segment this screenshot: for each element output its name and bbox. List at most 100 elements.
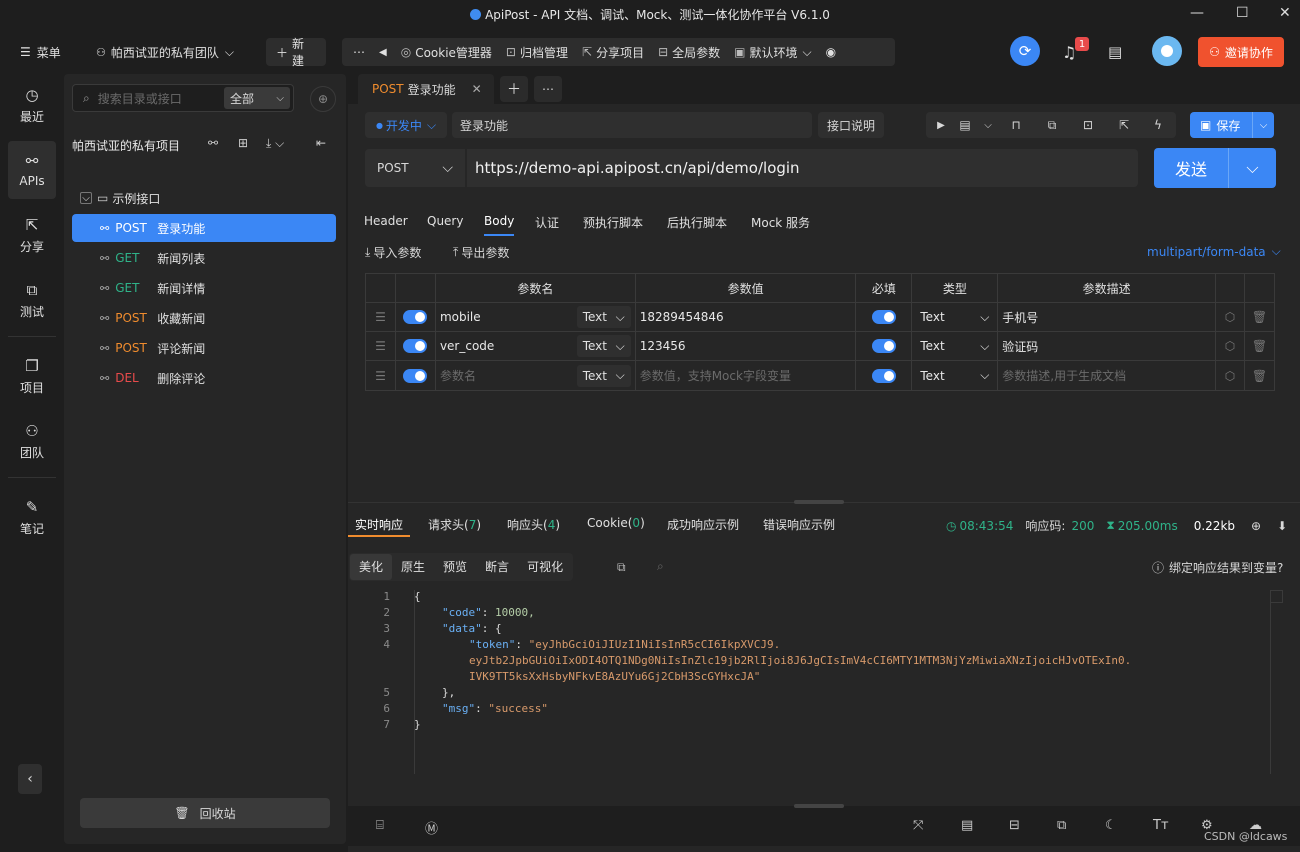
lock-icon[interactable]: ⊓: [998, 118, 1034, 132]
tab-raw[interactable]: 原生: [392, 554, 434, 580]
scroll-left-icon[interactable]: ◀: [379, 47, 387, 58]
flash-icon[interactable]: ϟ: [1142, 118, 1174, 132]
tab-beautify[interactable]: 美化: [350, 554, 393, 580]
chevron-down-icon[interactable]: ⌵: [978, 120, 998, 131]
play-icon[interactable]: ▶: [930, 120, 952, 131]
menu-button[interactable]: ☰ 菜单: [20, 38, 61, 66]
minimize-button[interactable]: —: [1190, 5, 1204, 21]
tab-success-example[interactable]: 成功响应示例: [667, 516, 739, 533]
tab-header[interactable]: Header: [364, 214, 408, 228]
nav-project[interactable]: ❐ 项目: [8, 347, 56, 405]
moon-icon[interactable]: ☾: [1105, 818, 1117, 833]
api-item[interactable]: ⚯ DEL 删除评论: [72, 364, 336, 392]
collapse-all-icon[interactable]: ⇤: [316, 136, 326, 150]
required-toggle[interactable]: [871, 339, 896, 353]
resize-handle[interactable]: [794, 500, 844, 504]
field-type-select[interactable]: Text ⌵: [576, 364, 631, 387]
trash-icon[interactable]: 🗑︎: [1245, 303, 1274, 331]
type-select[interactable]: Text ⌵: [912, 332, 999, 360]
field-type-select[interactable]: Text ⌵: [576, 335, 631, 357]
required-toggle[interactable]: [871, 368, 896, 383]
import-params-button[interactable]: ⤓ 导入参数: [365, 244, 421, 261]
param-desc-field[interactable]: 手机号: [998, 303, 1217, 331]
nav-apis[interactable]: ⚯ APIs: [8, 141, 56, 199]
tab-error-example[interactable]: 错误响应示例: [763, 516, 835, 533]
field-type-select[interactable]: Text ⌵: [576, 306, 631, 328]
import-icon[interactable]: ⤓ ⌵: [266, 136, 284, 151]
type-select[interactable]: Text ⌵: [912, 303, 999, 331]
api-item[interactable]: ⚯ POST 收藏新闻: [72, 304, 336, 332]
layout-icon[interactable]: ⌸: [376, 818, 384, 833]
archive-button[interactable]: ⊡ 归档管理: [506, 44, 568, 61]
close-window-button[interactable]: ✕: [1279, 5, 1291, 21]
enable-toggle[interactable]: [403, 339, 428, 353]
split-view-icon[interactable]: ⊟: [1009, 818, 1020, 833]
sync-icon[interactable]: ⟳: [1010, 36, 1040, 66]
globe-icon[interactable]: ⊕: [1251, 519, 1261, 533]
tab-assert[interactable]: 断言: [476, 554, 518, 580]
eye-icon[interactable]: ◉: [826, 45, 836, 59]
recycle-bin-button[interactable]: 🗑︎ 回收站: [80, 798, 330, 828]
tab-pre-script[interactable]: 预执行脚本: [583, 214, 643, 231]
tab-response-headers[interactable]: 响应头(4): [507, 516, 560, 533]
param-value-field[interactable]: 参数值，支持Mock字段变量: [636, 361, 857, 390]
nav-test[interactable]: ⧉ 测试: [8, 271, 56, 329]
code-view-icon[interactable]: ▤: [952, 118, 978, 132]
tab-preview[interactable]: 预览: [434, 554, 476, 580]
share-project-button[interactable]: ⇱ 分享项目: [582, 44, 644, 61]
param-desc-field[interactable]: 验证码: [998, 332, 1217, 360]
param-name-field[interactable]: ver_code: [440, 339, 494, 353]
content-type-select[interactable]: multipart/form-data ⌵: [1147, 244, 1281, 259]
new-button[interactable]: ＋新建: [266, 37, 326, 68]
drag-handle-icon[interactable]: ☰: [366, 303, 396, 331]
url-input[interactable]: https://demo-api.apipost.cn/api/demo/log…: [467, 149, 1138, 187]
cookie-manager-button[interactable]: ◎ Cookie管理器: [401, 44, 492, 61]
api-item[interactable]: ⚯ GET 新闻列表: [72, 244, 336, 272]
tab-auth[interactable]: 认证: [535, 214, 559, 231]
param-name-field[interactable]: 参数名: [440, 367, 476, 384]
tab-query[interactable]: Query: [427, 214, 463, 228]
param-name-field[interactable]: mobile: [440, 310, 481, 324]
copy-icon[interactable]: ⧉: [1034, 118, 1070, 133]
tab-body[interactable]: Body: [484, 214, 514, 228]
share-icon[interactable]: ⇱: [1106, 118, 1142, 132]
tab-more-icon[interactable]: ⋯: [534, 76, 562, 102]
enable-toggle[interactable]: [403, 310, 428, 324]
type-select[interactable]: Text ⌵: [912, 361, 999, 390]
search-input[interactable]: 搜索目录或接口: [98, 90, 224, 107]
search-icon[interactable]: ⌕: [657, 559, 664, 574]
trash-icon[interactable]: 🗑︎: [1245, 332, 1274, 360]
filter-select[interactable]: 全部 ⌵: [224, 87, 290, 109]
api-item[interactable]: ⚯ POST 评论新闻: [72, 334, 336, 362]
api-item[interactable]: ⚯ GET 新闻详情: [72, 274, 336, 302]
locate-icon[interactable]: ⊕: [310, 86, 336, 112]
drag-handle-icon[interactable]: ☰: [366, 332, 396, 360]
add-tab-button[interactable]: ＋: [500, 76, 528, 102]
more-icon[interactable]: ⋯: [353, 45, 365, 59]
nav-recent[interactable]: ◷ 最近: [8, 76, 56, 134]
api-item[interactable]: ⚯ POST 登录功能: [72, 214, 336, 242]
copy-icon[interactable]: ⧉: [1057, 818, 1066, 833]
download-icon[interactable]: ⬇: [1277, 519, 1287, 533]
team-selector[interactable]: ⚇ 帕西试亚的私有团队 ⌵: [96, 38, 234, 66]
code-icon[interactable]: ⊡: [1070, 118, 1106, 132]
compress-icon[interactable]: ⤧: [913, 818, 923, 833]
global-params-button[interactable]: ⊟ 全局参数: [658, 44, 720, 61]
tab-mock[interactable]: Mock 服务: [751, 214, 810, 231]
cube-icon[interactable]: ⬡: [1216, 361, 1246, 390]
status-select[interactable]: ● 开发中 ⌵: [365, 112, 447, 138]
copy-icon[interactable]: ⧉: [617, 560, 626, 575]
tab-post-script[interactable]: 后执行脚本: [667, 214, 727, 231]
close-icon[interactable]: ✕: [472, 82, 482, 96]
required-toggle[interactable]: [871, 310, 896, 324]
resize-handle[interactable]: [794, 804, 844, 808]
tab-visualize[interactable]: 可视化: [518, 554, 572, 580]
font-size-icon[interactable]: Tт: [1153, 818, 1169, 833]
nav-share[interactable]: ⇱ 分享: [8, 206, 56, 264]
method-select[interactable]: POST ⌵: [365, 149, 465, 187]
param-desc-field[interactable]: 参数描述,用于生成文档: [998, 361, 1217, 390]
avatar[interactable]: [1152, 36, 1182, 66]
cube-icon[interactable]: ⬡: [1216, 332, 1246, 360]
chevron-down-icon[interactable]: ⌵: [1228, 148, 1276, 188]
chevron-down-icon[interactable]: ⌵: [1252, 112, 1274, 138]
